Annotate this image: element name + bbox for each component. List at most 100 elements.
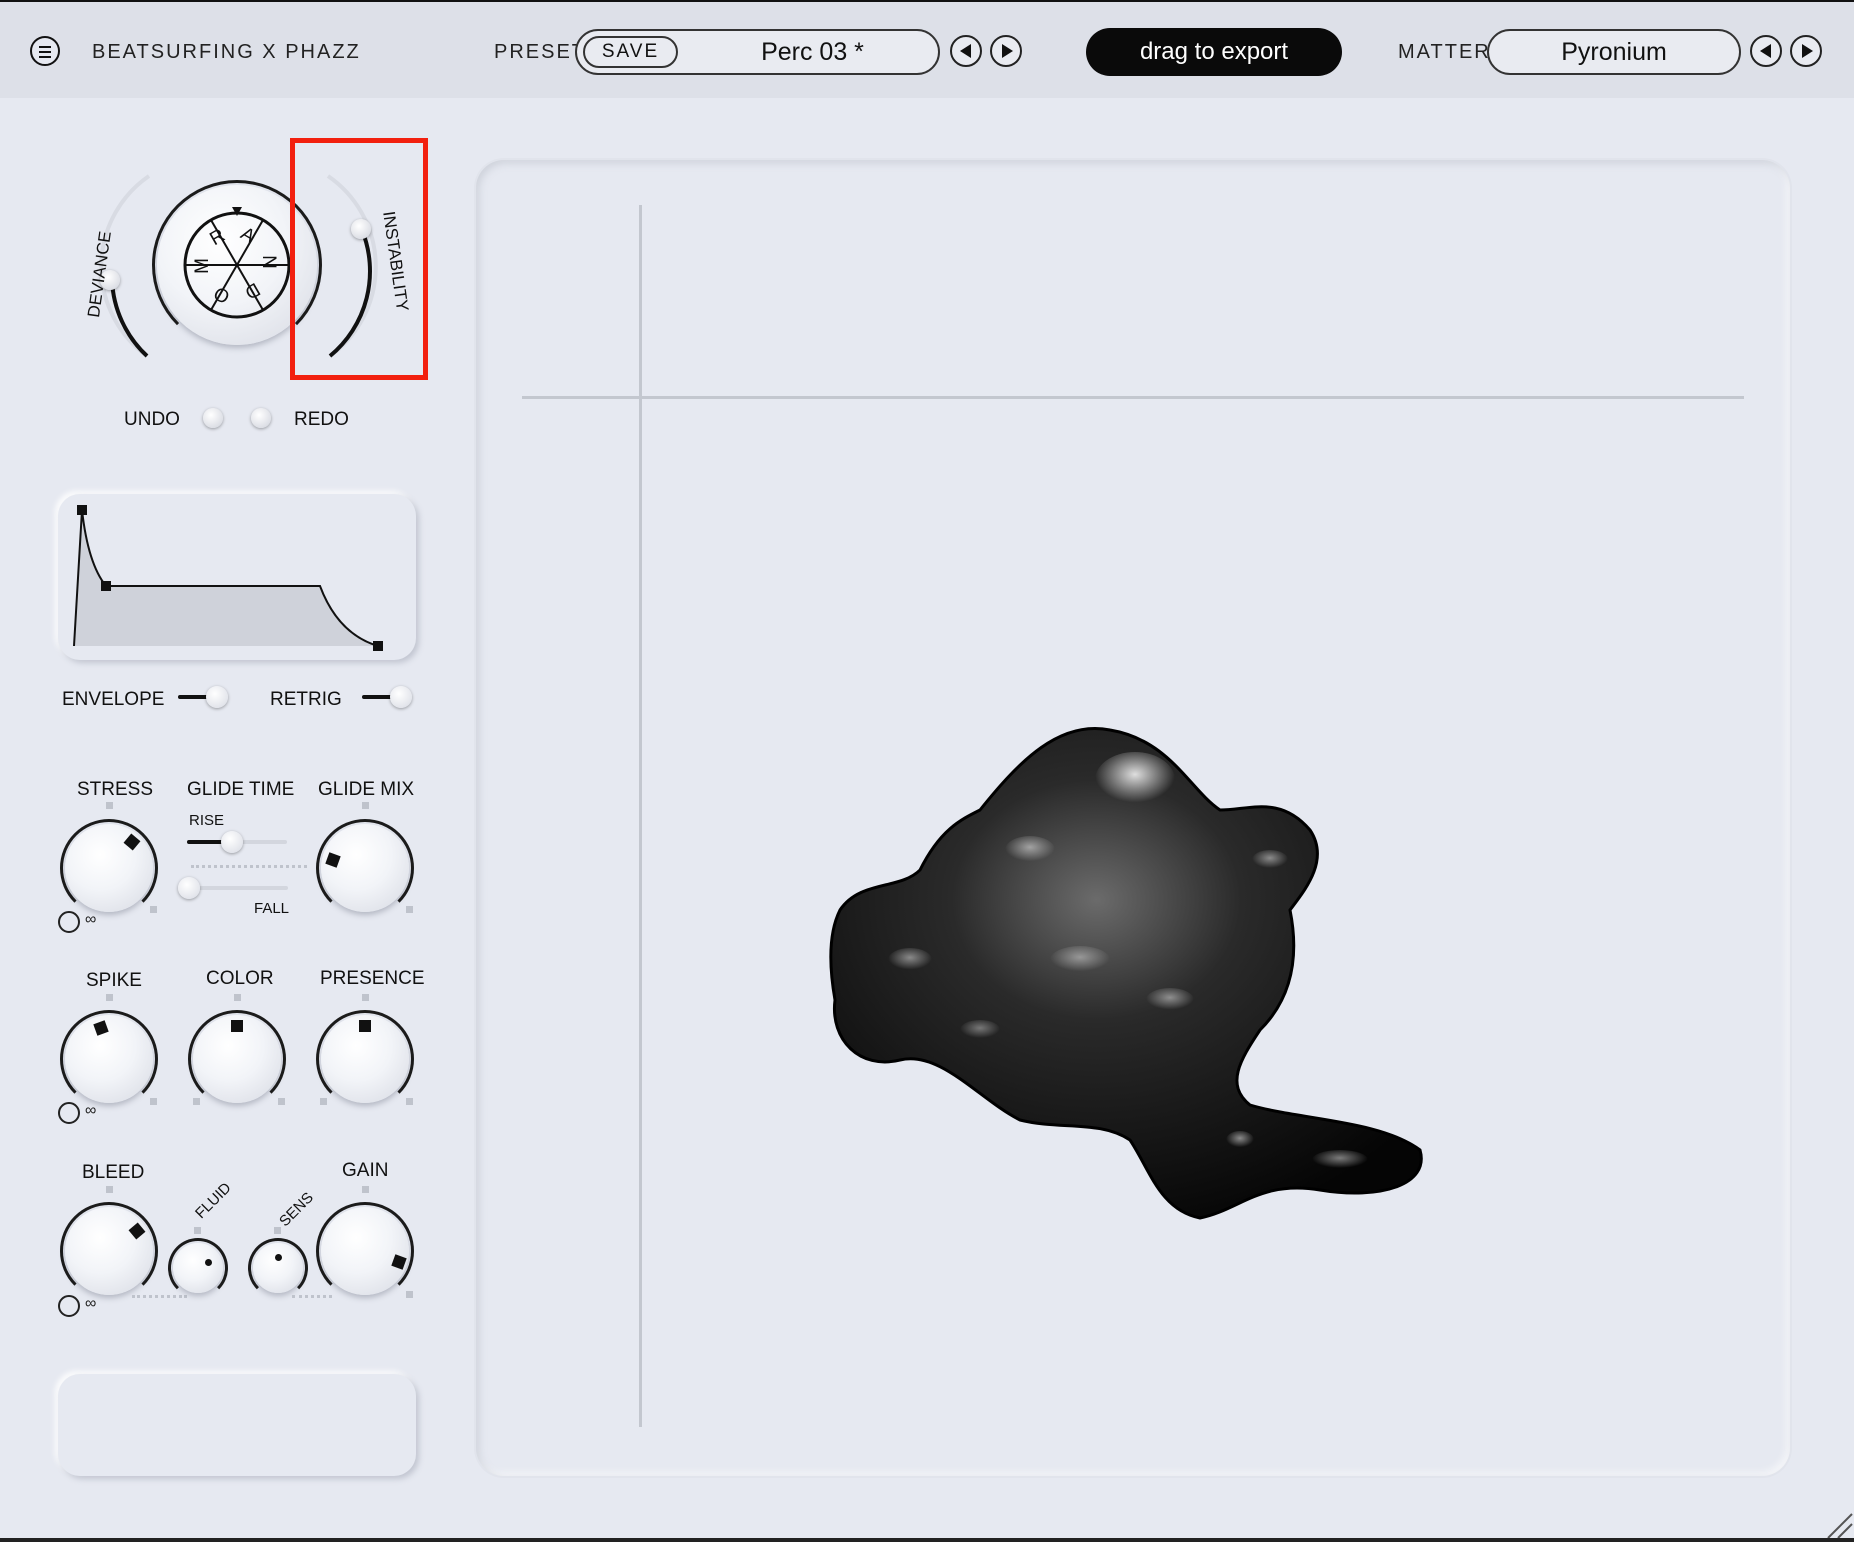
xy-crosshair-horizontal	[522, 396, 1744, 399]
presence-label: PRESENCE	[320, 968, 425, 989]
spike-label: SPIKE	[86, 970, 142, 991]
presence-tick-max	[406, 1098, 413, 1105]
preset-next-button[interactable]	[990, 35, 1022, 67]
retrig-toggle-thumb	[390, 686, 412, 708]
envelope-decay-point	[101, 581, 111, 591]
envelope-label: ENVELOPE	[62, 689, 165, 710]
menu-button[interactable]	[30, 36, 60, 66]
envelope-toggle-thumb	[206, 686, 228, 708]
fluid-label: FLUID	[192, 1179, 235, 1223]
glide-mix-label: GLIDE MIX	[318, 779, 415, 800]
instability-highlight	[290, 138, 428, 380]
top-bar: BEATSURFING X PHAZZ PRESET SAVE Perc 03 …	[0, 0, 1854, 98]
glide-mix-tick-top	[362, 802, 369, 809]
gain-tick-max	[406, 1291, 413, 1298]
glide-mix-tick-max	[406, 906, 413, 913]
stress-link-toggle[interactable]	[58, 911, 80, 933]
fluid-knob[interactable]	[168, 1238, 228, 1298]
undo-label: UNDO	[124, 409, 180, 430]
spike-tick-top	[106, 994, 113, 1001]
glide-time-label: GLIDE TIME	[187, 779, 295, 800]
color-tick-max	[278, 1098, 285, 1105]
fluid-dotted-link	[132, 1295, 187, 1298]
color-tick-min	[193, 1098, 200, 1105]
fall-label: FALL	[254, 900, 290, 917]
envelope-graph	[73, 505, 383, 651]
spike-link-toggle[interactable]	[58, 1102, 80, 1124]
stress-tick-top	[106, 802, 113, 809]
preset-label: PRESET	[494, 41, 587, 63]
glide-dotted-link	[191, 865, 307, 868]
gain-knob-indicator	[391, 1254, 407, 1270]
envelope-attack-point	[77, 505, 87, 515]
rise-slider[interactable]	[187, 830, 287, 854]
fall-slider[interactable]	[178, 876, 288, 900]
bleed-knob[interactable]	[60, 1202, 158, 1300]
hamburger-icon	[39, 46, 51, 48]
spike-link-icon: ∞	[85, 1102, 97, 1119]
redo-button[interactable]	[251, 408, 271, 428]
bleed-tick-top	[106, 1186, 113, 1193]
presence-knob[interactable]	[316, 1010, 414, 1108]
wheel-letter-m: M	[191, 258, 213, 274]
wheel-letter-n: N	[257, 255, 279, 269]
presence-knob-indicator	[359, 1020, 371, 1032]
bleed-link-toggle[interactable]	[58, 1295, 80, 1317]
sens-knob-indicator	[275, 1254, 282, 1261]
matter-next-button[interactable]	[1790, 35, 1822, 67]
color-label: COLOR	[206, 968, 274, 989]
fall-slider-thumb	[178, 877, 200, 899]
bleed-knob-indicator	[128, 1222, 146, 1240]
bleed-link-icon: ∞	[85, 1295, 97, 1312]
gain-label: GAIN	[342, 1160, 389, 1181]
retrig-toggle[interactable]	[356, 684, 420, 710]
stress-knob-indicator	[123, 833, 141, 851]
glide-mix-knob[interactable]	[316, 819, 414, 917]
resize-grip-icon[interactable]	[1820, 1506, 1854, 1540]
gain-knob[interactable]	[316, 1202, 414, 1300]
sens-tick-top	[274, 1227, 281, 1234]
spike-knob-indicator	[93, 1020, 109, 1036]
sens-knob[interactable]	[248, 1238, 308, 1298]
envelope-toggle[interactable]	[172, 684, 236, 710]
retrig-label: RETRIG	[270, 689, 342, 710]
gain-tick-top	[362, 1186, 369, 1193]
hamburger-icon-line	[39, 56, 51, 58]
bleed-label: BLEED	[82, 1162, 145, 1183]
deviance-arc-fill	[110, 279, 149, 358]
spike-tick-max	[150, 1098, 157, 1105]
redo-label: REDO	[294, 409, 349, 430]
preset-prev-button[interactable]	[950, 35, 982, 67]
presence-tick-min	[320, 1098, 327, 1105]
stress-link-icon: ∞	[85, 911, 97, 928]
preset-selector[interactable]: SAVE Perc 03 *	[575, 29, 940, 75]
spike-knob[interactable]	[60, 1010, 158, 1108]
brand-title: BEATSURFING X PHAZZ	[92, 41, 361, 63]
sens-label: SENS	[276, 1189, 317, 1231]
color-knob-indicator	[231, 1020, 243, 1032]
fluid-tick-top	[194, 1227, 201, 1234]
presence-tick-top	[362, 994, 369, 1001]
bottom-border	[0, 1538, 1854, 1542]
color-tick-top	[234, 994, 241, 1001]
preset-name: Perc 03 *	[761, 38, 864, 66]
envelope-panel[interactable]	[58, 494, 416, 660]
glide-mix-knob-indicator	[325, 852, 341, 868]
rise-slider-thumb	[221, 831, 243, 853]
save-button[interactable]: SAVE	[583, 36, 678, 68]
sens-dotted-link	[292, 1295, 332, 1298]
matter-prev-button[interactable]	[1750, 35, 1782, 67]
stress-knob[interactable]	[60, 819, 158, 917]
color-knob[interactable]	[188, 1010, 286, 1108]
matter-selector[interactable]: Pyronium	[1487, 29, 1741, 75]
matter-label: MATTER	[1398, 41, 1491, 63]
fluid-knob-indicator	[205, 1259, 212, 1266]
undo-button[interactable]	[203, 408, 223, 428]
envelope-release-point	[373, 641, 383, 651]
info-panel	[58, 1374, 416, 1476]
xy-crosshair-vertical	[639, 205, 642, 1427]
drag-to-export-button[interactable]: drag to export	[1086, 28, 1342, 76]
rise-label: RISE	[189, 812, 225, 829]
hamburger-icon-line	[39, 51, 51, 53]
matter-blob[interactable]	[820, 700, 1480, 1220]
